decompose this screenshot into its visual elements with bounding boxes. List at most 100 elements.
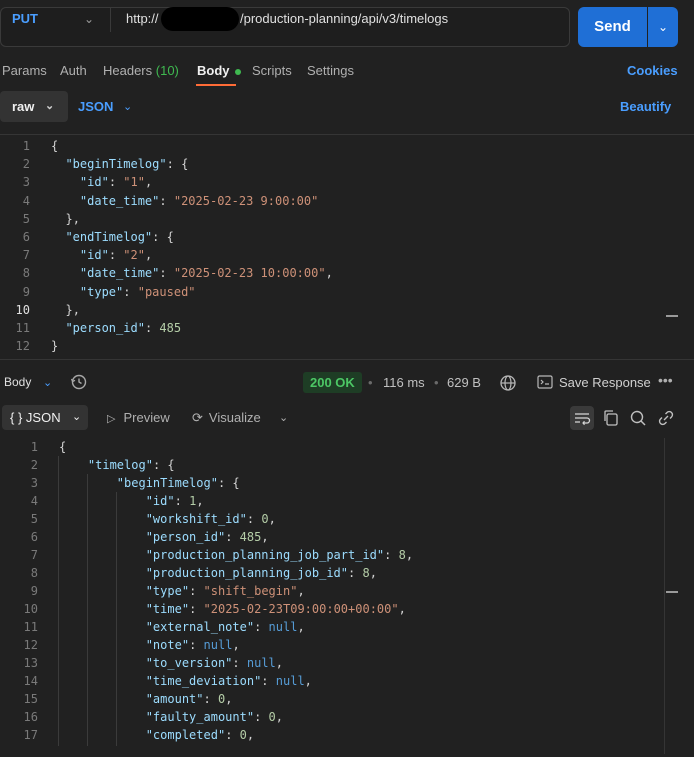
url-input[interactable]: http:// — [126, 11, 159, 26]
indent-guide — [87, 474, 88, 746]
body-mode-select[interactable]: raw ⌄ — [0, 91, 68, 122]
code-text: "type": "paused" — [79, 284, 196, 299]
response-format-select[interactable]: { } JSON ⌄ — [2, 405, 88, 430]
body-language-select[interactable]: JSON — [78, 99, 113, 114]
request-body-editor[interactable]: 1{2 "beginTimelog": {3 "id": "1", 4 "date… — [0, 137, 660, 355]
code-text: "to_version": null, — [145, 656, 284, 670]
line-number: 17 — [23, 728, 38, 742]
visualize-button[interactable]: ⟳ Visualize — [192, 410, 261, 426]
line-number: 3 — [22, 175, 30, 190]
code-text: "production_planning_job_id": 8, — [145, 566, 377, 580]
code-text: }, — [65, 211, 80, 226]
play-icon: ▷ — [107, 413, 116, 425]
response-code-line: 5 "workshift_id": 0, — [0, 510, 660, 528]
chevron-down-icon[interactable]: ⌄ — [279, 411, 288, 424]
line-number: 14 — [23, 674, 38, 688]
response-code-line: 16 "faulty_amount": 0, — [0, 708, 660, 726]
response-format-label: { } JSON — [10, 410, 61, 425]
code-text: "endTimelog": { — [65, 230, 174, 244]
code-text: } — [51, 339, 59, 354]
response-code-line: 6 "person_id": 485, — [0, 528, 660, 546]
tab-scripts[interactable]: Scripts — [252, 63, 292, 78]
active-tab-indicator — [196, 84, 236, 86]
response-code-line: 7 "production_planning_job_part_id": 8, — [0, 546, 660, 564]
response-code-line: 3 "beginTimelog": { — [0, 474, 660, 492]
request-code-line: 12} — [0, 337, 660, 355]
copy-icon[interactable] — [600, 407, 622, 429]
code-text: "person_id": 485 — [65, 321, 182, 335]
line-number: 9 — [30, 584, 38, 598]
word-wrap-icon[interactable] — [570, 406, 594, 430]
tab-params[interactable]: Params — [2, 63, 47, 78]
search-icon[interactable] — [627, 407, 649, 429]
code-text: "beginTimelog": { — [65, 157, 189, 172]
response-time[interactable]: 116 ms — [383, 375, 425, 390]
beautify-button[interactable]: Beautify — [620, 99, 671, 114]
request-code-line: 11 "person_id": 485 — [0, 319, 660, 337]
url-path[interactable]: /production-planning/api/v3/timelogs — [240, 11, 448, 26]
link-icon[interactable] — [655, 407, 677, 429]
tab-headers[interactable]: Headers (10) — [103, 63, 179, 78]
tab-auth[interactable]: Auth — [60, 63, 87, 78]
response-body-label[interactable]: Body — [4, 375, 31, 389]
tab-body[interactable]: Body — [197, 63, 241, 78]
url-divider — [110, 8, 111, 32]
line-number: 12 — [23, 638, 38, 652]
line-number: 12 — [15, 339, 30, 354]
more-options-icon[interactable]: ••• — [658, 372, 673, 388]
chevron-down-icon[interactable]: ⌄ — [123, 100, 132, 113]
line-number: 7 — [22, 248, 30, 263]
response-code-line: 1{ — [0, 438, 660, 456]
line-number: 4 — [30, 494, 38, 508]
line-number: 13 — [23, 656, 38, 670]
code-text: "timelog": { — [87, 458, 175, 472]
separator-dot: • — [368, 375, 373, 390]
request-code-line: 1{ — [0, 137, 660, 155]
code-text: "person_id": 485, — [145, 530, 269, 544]
request-code-line: 10 }, — [0, 301, 660, 319]
request-code-line: 9 "type": "paused" — [0, 283, 660, 301]
response-code-line: 17 "completed": 0, — [0, 726, 660, 744]
status-badge[interactable]: 200 OK — [303, 372, 362, 393]
line-number: 3 — [30, 476, 38, 490]
code-text: "faulty_amount": 0, — [145, 710, 284, 724]
preview-label: Preview — [123, 410, 170, 425]
response-code-line: 12 "note": null, — [0, 636, 660, 654]
response-scrollbar[interactable] — [664, 438, 679, 754]
response-size[interactable]: 629 B — [447, 375, 481, 390]
code-text: "id": "2", — [79, 248, 153, 263]
code-text: "completed": 0, — [145, 728, 255, 742]
editor-scroll-marker — [666, 315, 678, 317]
indent-guide — [116, 492, 117, 746]
save-response-icon[interactable] — [537, 375, 553, 392]
response-code-line: 11 "external_note": null, — [0, 618, 660, 636]
code-text: "date_time": "2025-02-23 9:00:00" — [79, 193, 319, 208]
response-code-line: 13 "to_version": null, — [0, 654, 660, 672]
line-number: 7 — [30, 548, 38, 562]
chevron-down-icon[interactable]: ⌄ — [43, 376, 52, 389]
request-code-line: 8 "date_time": "2025-02-23 10:00:00", — [0, 264, 660, 282]
send-dropdown-button[interactable]: ⌄ — [648, 7, 678, 47]
request-code-line: 5 }, — [0, 210, 660, 228]
send-button[interactable]: Send — [578, 7, 647, 47]
request-code-line: 3 "id": "1", — [0, 173, 660, 191]
chevron-down-icon[interactable]: ⌄ — [84, 12, 94, 26]
line-number: 5 — [30, 512, 38, 526]
code-text: { — [51, 139, 59, 153]
modified-dot — [234, 68, 241, 75]
redacted-host — [161, 7, 239, 31]
tab-settings[interactable]: Settings — [307, 63, 354, 78]
save-response-button[interactable]: Save Response — [559, 375, 651, 390]
globe-icon[interactable] — [499, 374, 517, 395]
line-number: 2 — [22, 157, 30, 172]
line-number: 16 — [23, 710, 38, 724]
line-number: 6 — [22, 230, 30, 244]
response-code-line: 15 "amount": 0, — [0, 690, 660, 708]
code-text: "type": "shift_begin", — [145, 584, 305, 598]
visualize-label: Visualize — [208, 410, 261, 425]
history-icon[interactable] — [70, 373, 88, 394]
preview-button[interactable]: ▷ Preview — [107, 410, 170, 425]
response-body-viewer[interactable]: 1{2 "timelog": {3 "beginTimelog": {4 "id… — [0, 438, 660, 754]
method-select[interactable]: PUT — [12, 11, 38, 26]
cookies-link[interactable]: Cookies — [627, 63, 678, 78]
